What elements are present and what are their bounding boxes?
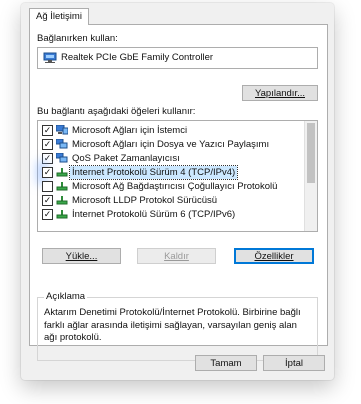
item-label: Microsoft LLDP Protokol Sürücüsü <box>72 195 218 206</box>
protocol-icon <box>56 195 68 205</box>
item-checkbox[interactable] <box>42 167 53 178</box>
item-checkbox[interactable] <box>42 125 53 136</box>
item-label: Microsoft Ağ Bağdaştırıcısı Çoğullayıcı … <box>72 181 278 192</box>
item-checkbox[interactable] <box>42 139 53 150</box>
items-list[interactable]: Microsoft Ağları için İstemci Microsoft A… <box>37 120 318 232</box>
ok-button-label: Tamam <box>210 358 242 369</box>
tab-networking[interactable]: Ağ İletişimi <box>29 8 89 25</box>
item-label: İnternet Protokolü Sürüm 4 (TCP/IPv4) <box>68 165 239 180</box>
item-checkbox[interactable] <box>42 153 53 164</box>
item-label: İnternet Protokolü Sürüm 6 (TCP/IPv6) <box>72 209 236 220</box>
scrollbar-thumb[interactable] <box>307 123 315 183</box>
network-adapter-icon <box>43 52 57 67</box>
uninstall-button-label: Kaldır <box>164 251 189 262</box>
adapter-properties-dialog: Ağ İletişimi Bağlanırken kullan: Realtek… <box>21 3 334 380</box>
ok-button[interactable]: Tamam <box>195 355 257 371</box>
configure-button-label: Yapılandır... <box>255 88 305 99</box>
item-checkbox[interactable] <box>42 195 53 206</box>
network-service-icon <box>55 138 68 149</box>
connect-using-label: Bağlanırken kullan: <box>37 33 118 44</box>
uninstall-button[interactable]: Kaldır <box>137 248 216 264</box>
item-label: Microsoft Ağları için İstemci <box>72 125 188 136</box>
network-client-icon <box>55 124 69 135</box>
adapter-name: Realtek PCIe GbE Family Controller <box>61 52 214 63</box>
protocol-icon <box>56 167 68 177</box>
items-scrollbar[interactable] <box>304 121 317 231</box>
description-group: Açıklama Aktarım Denetimi Protokolü/İnte… <box>37 291 318 361</box>
properties-button[interactable]: Özellikler <box>234 248 314 264</box>
item-checkbox[interactable] <box>42 209 53 220</box>
tab-panel: Bağlanırken kullan: Realtek PCIe GbE Fam… <box>29 24 328 361</box>
install-button[interactable]: Yükle... <box>42 248 121 264</box>
items-label: Bu bağlantı aşağıdaki öğeleri kullanır: <box>37 106 196 117</box>
properties-button-label: Özellikler <box>254 251 294 262</box>
cancel-button[interactable]: İptal <box>263 355 325 371</box>
configure-button[interactable]: Yapılandır... <box>242 85 318 101</box>
item-label: Microsoft Ağları için Dosya ve Yazıcı Pa… <box>72 139 270 150</box>
description-text: Aktarım Denetimi Protokolü/İnternet Prot… <box>44 307 301 343</box>
cancel-button-label: İptal <box>285 358 303 369</box>
protocol-icon <box>56 181 68 191</box>
adapter-field: Realtek PCIe GbE Family Controller <box>37 47 318 69</box>
description-title: Açıklama <box>44 291 88 302</box>
install-button-label: Yükle... <box>65 251 98 262</box>
item-label: QoS Paket Zamanlayıcısı <box>72 153 180 164</box>
protocol-icon <box>56 209 68 219</box>
item-checkbox[interactable] <box>42 181 53 192</box>
network-service-icon <box>55 152 68 163</box>
